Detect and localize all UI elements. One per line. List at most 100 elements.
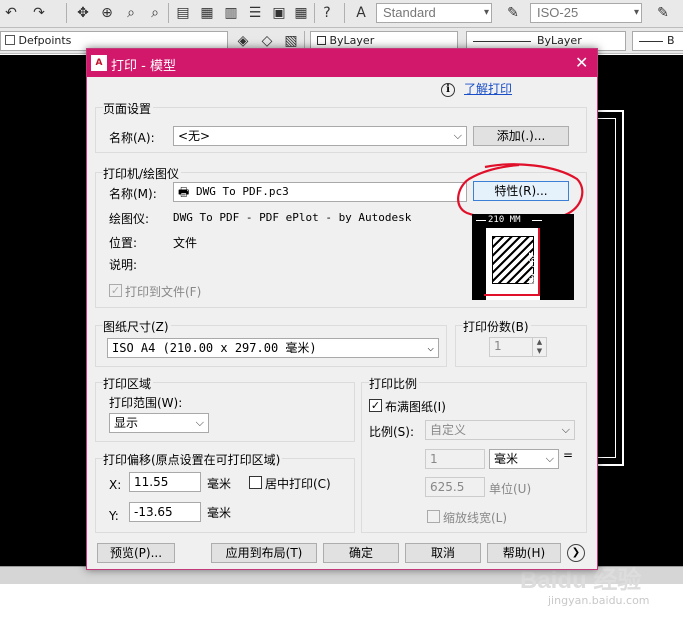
preview-width-label: 210 MM bbox=[488, 215, 521, 225]
scale-label: 比例(S): bbox=[369, 425, 415, 439]
redo-icon[interactable]: ↷ bbox=[30, 4, 48, 22]
chevron-down-icon: ⌵ bbox=[427, 341, 434, 354]
apply-to-layout-button[interactable]: 应用到布局(T) bbox=[211, 543, 317, 563]
scale-numerator-input[interactable]: 1 bbox=[425, 449, 485, 469]
toolbar-separator bbox=[168, 3, 169, 23]
plot-offset-heading: 打印偏移(原点设置在可打印区域) bbox=[103, 451, 283, 468]
autocad-icon: A bbox=[91, 55, 107, 71]
fit-to-paper-label: 布满图纸(I) bbox=[385, 400, 446, 414]
zoom-previous-icon[interactable]: ⌕ bbox=[146, 4, 164, 22]
zoom-realtime-icon[interactable]: ⊕ bbox=[98, 4, 116, 22]
offset-x-input[interactable]: 11.55 bbox=[129, 472, 201, 492]
add-page-setup-button[interactable]: 添加(.)... bbox=[473, 126, 569, 146]
cancel-button[interactable]: 取消 bbox=[405, 543, 481, 563]
tool-palette-icon[interactable]: ▥ bbox=[222, 4, 240, 22]
toolbar-separator bbox=[344, 3, 345, 23]
toolbar-separator bbox=[314, 3, 315, 23]
preview-height-label: 297 MM bbox=[526, 252, 536, 285]
text-style-select[interactable]: Standard ▾ bbox=[376, 3, 492, 23]
location-value: 文件 bbox=[173, 236, 198, 250]
scale-lineweights-label: 缩放线宽(L) bbox=[443, 511, 508, 525]
calculator-icon[interactable]: ▦ bbox=[292, 4, 310, 22]
plot-scale-heading: 打印比例 bbox=[369, 375, 420, 392]
scale-unit-select[interactable]: 毫米 ⌵ bbox=[489, 449, 559, 469]
scale-value: 自定义 bbox=[430, 423, 467, 437]
offset-y-input[interactable]: -13.65 bbox=[129, 502, 201, 522]
print-to-file-label: 打印到文件(F) bbox=[125, 285, 202, 299]
offset-y-label: Y: bbox=[109, 509, 119, 523]
plot-range-select[interactable]: 显示 ⌵ bbox=[109, 413, 209, 433]
learn-plot-link[interactable]: 了解打印 bbox=[464, 80, 512, 97]
print-to-file-checkbox[interactable]: ✓ bbox=[109, 284, 122, 297]
location-label: 位置: bbox=[109, 236, 138, 250]
center-plot-label: 居中打印(C) bbox=[265, 477, 331, 491]
ok-button[interactable]: 确定 bbox=[323, 543, 399, 563]
paper-size-select[interactable]: ISO A4 (210.00 x 297.00 毫米) ⌵ bbox=[107, 338, 439, 358]
more-options-icon[interactable]: ❯ bbox=[567, 544, 585, 562]
preview-button[interactable]: 预览(P)... bbox=[97, 543, 175, 563]
watermark-url: jingyan.baidu.com bbox=[548, 594, 650, 607]
dialog-title: 打印 - 模型 bbox=[111, 59, 176, 74]
dialog-title-bar[interactable]: A 打印 - 模型 ✕ bbox=[87, 49, 597, 77]
scale-denominator-input[interactable]: 625.5 bbox=[425, 477, 485, 497]
color-value: ByLayer bbox=[329, 34, 375, 47]
page-setup-name-label: 名称(A): bbox=[109, 131, 155, 145]
pan-icon[interactable]: ✥ bbox=[74, 4, 92, 22]
printer-name-select[interactable]: 🖶 DWG To PDF.pc3 bbox=[173, 182, 467, 202]
table-style-icon: ✎ bbox=[657, 5, 669, 21]
help-icon[interactable]: ? bbox=[318, 4, 336, 22]
lineweight-line bbox=[639, 41, 663, 42]
plot-range-label: 打印范围(W): bbox=[109, 396, 183, 410]
properties-icon[interactable]: ▤ bbox=[174, 4, 192, 22]
offset-y-unit: 毫米 bbox=[207, 506, 232, 520]
undo-icon[interactable]: ↶ bbox=[2, 4, 20, 22]
fit-to-paper-checkbox[interactable]: ✓ bbox=[369, 399, 382, 412]
dimension-line bbox=[532, 220, 542, 221]
color-swatch bbox=[317, 36, 326, 45]
chevron-down-icon: ⌵ bbox=[195, 416, 204, 429]
printer-name-value: DWG To PDF.pc3 bbox=[196, 185, 289, 198]
plot-area-heading: 打印区域 bbox=[103, 375, 154, 392]
lineweight-value: B bbox=[667, 34, 675, 47]
plotter-label: 绘图仪: bbox=[109, 212, 150, 226]
sheet-set-icon[interactable]: ☰ bbox=[246, 4, 264, 22]
plot-dialog: A 打印 - 模型 ✕ i 了解打印 页面设置 名称(A): <无> ⌵ 添加(… bbox=[86, 48, 598, 570]
spinner-arrows-icon[interactable]: ▲ ▼ bbox=[532, 338, 546, 356]
printer-name-label: 名称(M): bbox=[109, 187, 157, 201]
chevron-down-icon: ▾ bbox=[633, 7, 639, 18]
help-button[interactable]: 帮助(H) bbox=[487, 543, 561, 563]
close-icon[interactable]: ✕ bbox=[575, 53, 588, 72]
paper-size-heading: 图纸尺寸(Z) bbox=[103, 318, 171, 335]
offset-x-unit: 毫米 bbox=[207, 477, 232, 491]
copies-value: 1 bbox=[494, 339, 502, 353]
printer-heading: 打印机/绘图仪 bbox=[103, 165, 182, 182]
red-side-annotation bbox=[538, 228, 540, 296]
center-plot-checkbox[interactable] bbox=[249, 476, 262, 489]
equals-sign: = bbox=[563, 448, 574, 462]
plot-range-value: 显示 bbox=[114, 416, 139, 430]
text-style-icon: A bbox=[356, 5, 366, 21]
markup-icon[interactable]: ▣ bbox=[270, 4, 288, 22]
standard-toolbar: ↶ ↷ ✥ ⊕ ⌕ ⌕ ▤ ▦ ▥ ☰ ▣ ▦ ? A Standard ▾ ✎… bbox=[0, 0, 683, 28]
toolbar-separator bbox=[66, 3, 67, 23]
dimension-line bbox=[476, 220, 486, 221]
linetype-value: ByLayer bbox=[537, 34, 582, 47]
zoom-window-icon[interactable]: ⌕ bbox=[122, 4, 140, 22]
design-center-icon[interactable]: ▦ bbox=[198, 4, 216, 22]
layer-value: Defpoints bbox=[18, 34, 72, 47]
dim-style-value: ISO-25 bbox=[537, 5, 579, 20]
scale-lineweights-checkbox[interactable] bbox=[427, 510, 440, 523]
chevron-down-icon: ▾ bbox=[483, 7, 489, 18]
copies-spinner[interactable]: 1 ▲ ▼ bbox=[489, 337, 547, 357]
copies-heading: 打印份数(B) bbox=[463, 318, 531, 335]
lineweight-select[interactable]: B bbox=[632, 31, 683, 51]
dim-style-select[interactable]: ISO-25 ▾ bbox=[530, 3, 642, 23]
text-style-value: Standard bbox=[383, 5, 436, 20]
chevron-down-icon: ⌵ bbox=[545, 452, 554, 465]
plotter-value: DWG To PDF - PDF ePlot - by Autodesk bbox=[173, 211, 412, 224]
linetype-line bbox=[473, 41, 531, 42]
scale-unit-value: 毫米 bbox=[494, 452, 519, 466]
scale-select[interactable]: 自定义 ⌵ bbox=[425, 420, 575, 440]
page-setup-name-select[interactable]: <无> ⌵ bbox=[173, 126, 467, 146]
dim-style-icon: ✎ bbox=[507, 5, 519, 21]
